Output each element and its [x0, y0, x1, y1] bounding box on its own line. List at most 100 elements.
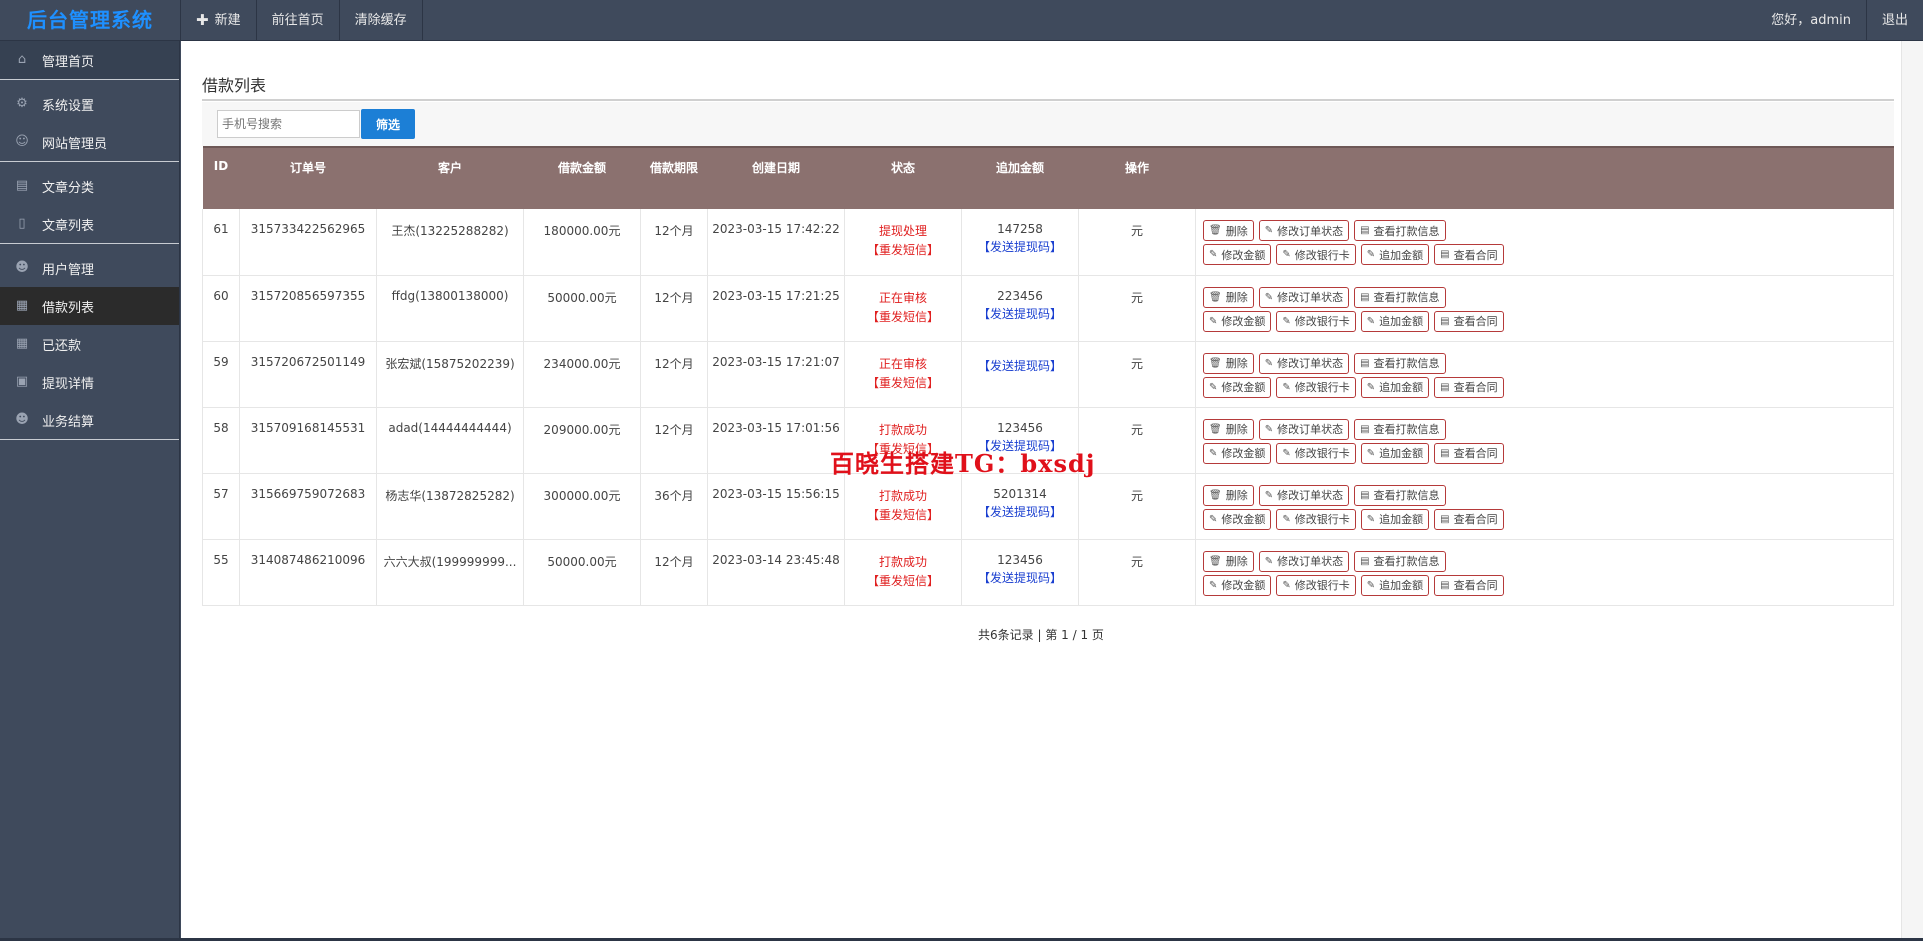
edit-bank-card-button[interactable]: ✎ 修改银行卡	[1276, 508, 1356, 530]
edit-bank-card-button[interactable]: ✎ 修改银行卡	[1276, 310, 1356, 332]
edit-order-status-button[interactable]: ✎ 修改订单状态	[1258, 418, 1350, 440]
send-code-link[interactable]: 【发送提现码】	[963, 357, 1078, 374]
table-row: 60 315720856597355 ffdg(13800138000) 50000.…	[202, 275, 1894, 342]
scrollbar[interactable]	[1901, 41, 1923, 938]
sidebar-item-settings[interactable]: ⚙ 系统设置	[0, 85, 179, 123]
edit-icon: ✎	[1209, 513, 1218, 525]
send-code-link[interactable]: 【发送提现码】	[963, 503, 1078, 520]
add-amount-button[interactable]: ✎ 追加金额	[1360, 442, 1430, 464]
cell-term: 12个月	[640, 407, 708, 474]
edit-order-status-button[interactable]: ✎ 修改订单状态	[1258, 550, 1350, 572]
sidebar-item-article-categories[interactable]: ▤ 文章分类	[0, 167, 179, 205]
edit-order-status-button[interactable]: ✎ 修改订单状态	[1258, 286, 1350, 308]
send-code-link[interactable]: 【发送提现码】	[963, 305, 1078, 322]
edit-amount-button[interactable]: ✎ 修改金额	[1203, 376, 1272, 398]
add-amount-button[interactable]: ✎ 追加金额	[1360, 508, 1430, 530]
add-amount-button[interactable]: ✎ 追加金额	[1360, 244, 1430, 265]
cell-unit: 元	[1078, 341, 1196, 408]
add-amount-button[interactable]: ✎ 追加金额	[1360, 574, 1430, 596]
resend-sms-link[interactable]: 【重发短信】	[846, 308, 961, 325]
view-payment-info-button[interactable]: ▤ 查看打款信息	[1354, 484, 1446, 506]
resend-sms-link[interactable]: 【重发短信】	[846, 506, 961, 523]
add-amount-button[interactable]: ✎ 追加金额	[1360, 310, 1430, 332]
delete-button[interactable]: 🗑 删除	[1203, 550, 1254, 572]
edit-order-status-button[interactable]: ✎ 修改订单状态	[1258, 352, 1350, 374]
resend-sms-link[interactable]: 【重发短信】	[846, 572, 961, 589]
edit-order-status-button[interactable]: ✎ 修改订单状态	[1258, 220, 1350, 241]
view-contract-button[interactable]: ▤ 查看合同	[1434, 310, 1504, 332]
delete-button[interactable]: 🗑 删除	[1203, 286, 1254, 308]
view-contract-button[interactable]: ▤ 查看合同	[1434, 574, 1504, 596]
cell-id: 57	[202, 473, 240, 540]
view-contract-button[interactable]: ▤ 查看合同	[1434, 244, 1504, 265]
edit-amount-button[interactable]: ✎ 修改金额	[1203, 508, 1272, 530]
sidebar-item-settlement[interactable]: ☻ 业务结算	[0, 401, 179, 439]
op-label: 修改银行卡	[1294, 447, 1350, 460]
resend-sms-link[interactable]: 【重发短信】	[846, 241, 961, 258]
list-icon: ▤	[1360, 423, 1370, 435]
actions-row: ✎ 修改金额 ✎ 修改银行卡 ✎ 追加金额 ▤ 查看合同	[1203, 376, 1893, 398]
sidebar-item-admins[interactable]: ☺ 网站管理员	[0, 123, 179, 161]
view-payment-info-button[interactable]: ▤ 查看打款信息	[1354, 286, 1446, 308]
cell-term: 12个月	[640, 209, 708, 276]
edit-bank-card-button[interactable]: ✎ 修改银行卡	[1276, 574, 1356, 596]
edit-amount-button[interactable]: ✎ 修改金额	[1203, 244, 1272, 265]
edit-amount-button[interactable]: ✎ 修改金额	[1203, 310, 1272, 332]
users-icon: ☻	[15, 260, 29, 275]
actions-row: 🗑 删除 ✎ 修改订单状态 ▤ 查看打款信息	[1203, 286, 1893, 308]
list-icon: ▤	[1360, 357, 1370, 369]
go-home-button[interactable]: 前往首页	[257, 0, 340, 41]
view-contract-button[interactable]: ▤ 查看合同	[1434, 376, 1504, 398]
delete-button[interactable]: 🗑 删除	[1203, 220, 1254, 241]
view-payment-info-button[interactable]: ▤ 查看打款信息	[1354, 418, 1446, 440]
edit-bank-card-button[interactable]: ✎ 修改银行卡	[1276, 376, 1356, 398]
edit-amount-button[interactable]: ✎ 修改金额	[1203, 574, 1272, 596]
list-icon: ▤	[1440, 513, 1450, 525]
sidebar-item-articles[interactable]: ▯ 文章列表	[0, 205, 179, 243]
status-text: 打款成功	[878, 488, 927, 503]
cell-extra: 223456 【发送提现码】	[961, 275, 1079, 342]
view-payment-info-button[interactable]: ▤ 查看打款信息	[1354, 352, 1446, 374]
op-label: 查看合同	[1453, 248, 1498, 262]
edit-bank-card-button[interactable]: ✎ 修改银行卡	[1276, 244, 1356, 265]
sidebar-item-label: 已还款	[42, 338, 82, 354]
op-label: 删除	[1225, 357, 1248, 370]
send-code-link[interactable]: 【发送提现码】	[963, 238, 1078, 255]
actions-row: 🗑 删除 ✎ 修改订单状态 ▤ 查看打款信息	[1203, 418, 1893, 440]
filter-button[interactable]: 筛选	[361, 109, 415, 139]
table-row: 59 315720672501149 张宏斌(15875202239) 234000.…	[202, 341, 1894, 408]
view-contract-button[interactable]: ▤ 查看合同	[1434, 508, 1504, 530]
new-button[interactable]: ✚ 新建	[181, 0, 257, 41]
sidebar-item-withdrawals[interactable]: ▣ 提现详情	[0, 363, 179, 401]
op-label: 修改银行卡	[1294, 579, 1350, 592]
clear-cache-button[interactable]: 清除缓存	[340, 0, 423, 41]
cell-actions: 🗑 删除 ✎ 修改订单状态 ▤ 查看打款信息 ✎ 修改金额 ✎ 修改银行卡 ✎ 追加金额 ▤ 查看合同	[1195, 407, 1894, 474]
edit-icon: ✎	[1209, 381, 1218, 393]
loan-table: ID 订单号 客户 借款金额 借款期限 创建日期 状态 追加金额 操作 61 31…	[202, 146, 1894, 606]
sidebar-item-label: 文章列表	[42, 218, 95, 234]
edit-amount-button[interactable]: ✎ 修改金额	[1203, 442, 1272, 464]
cell-amount: 234000.00元	[523, 341, 641, 408]
op-label: 查看合同	[1453, 579, 1498, 592]
view-payment-info-button[interactable]: ▤ 查看打款信息	[1354, 550, 1446, 572]
actions-row: ✎ 修改金额 ✎ 修改银行卡 ✎ 追加金额 ▤ 查看合同	[1203, 442, 1893, 464]
delete-button[interactable]: 🗑 删除	[1203, 418, 1254, 440]
delete-button[interactable]: 🗑 删除	[1203, 352, 1254, 374]
sidebar-item-label: 管理首页	[42, 54, 95, 70]
search-input[interactable]	[217, 110, 360, 138]
add-amount-button[interactable]: ✎ 追加金额	[1360, 376, 1430, 398]
sidebar-item-repaid[interactable]: ▦ 已还款	[0, 325, 179, 363]
view-payment-info-button[interactable]: ▤ 查看打款信息	[1354, 220, 1446, 241]
logout-button[interactable]: 退出	[1865, 0, 1923, 41]
sidebar-item-users[interactable]: ☻ 用户管理	[0, 249, 179, 287]
edit-order-status-button[interactable]: ✎ 修改订单状态	[1258, 484, 1350, 506]
sidebar-item-loans[interactable]: ▦ 借款列表	[0, 287, 179, 325]
sidebar-item-dashboard[interactable]: ⌂ 管理首页	[0, 41, 179, 79]
send-code-link[interactable]: 【发送提现码】	[963, 569, 1078, 586]
edit-icon: ✎	[1282, 447, 1291, 459]
edit-bank-card-button[interactable]: ✎ 修改银行卡	[1276, 442, 1356, 464]
delete-button[interactable]: 🗑 删除	[1203, 484, 1254, 506]
cell-customer: 张宏斌(15875202239)	[376, 341, 524, 408]
view-contract-button[interactable]: ▤ 查看合同	[1434, 442, 1504, 464]
resend-sms-link[interactable]: 【重发短信】	[846, 374, 961, 391]
